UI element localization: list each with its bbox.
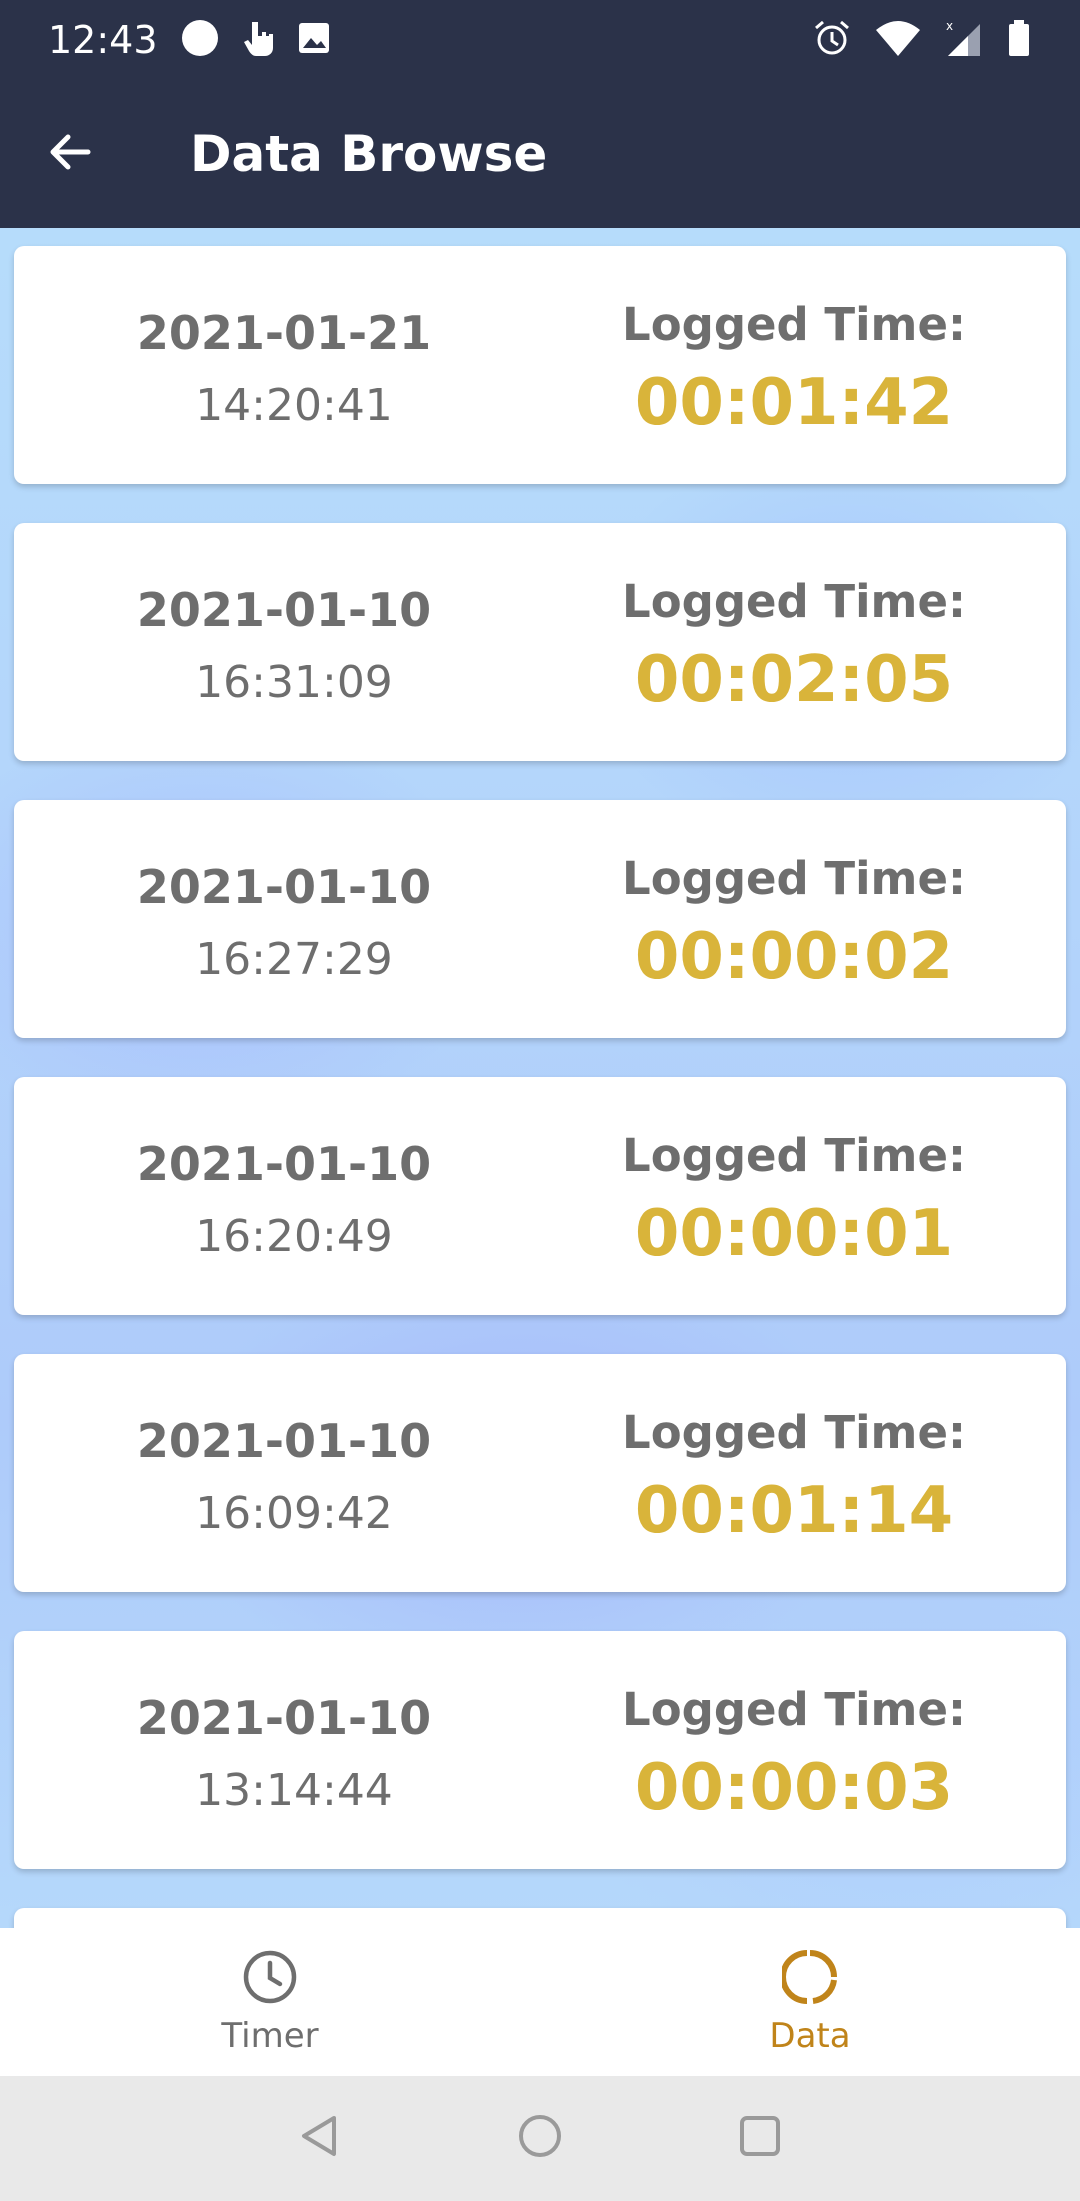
wifi-icon xyxy=(874,18,922,63)
logged-time-label: Logged Time: xyxy=(622,298,966,351)
nav-data[interactable]: Data xyxy=(540,1928,1080,2076)
system-home-button[interactable] xyxy=(505,2104,575,2174)
record-card[interactable]: 2021-01-21 14:20:41 Logged Time: 00:01:4… xyxy=(14,246,1066,484)
status-icons-left xyxy=(180,18,332,63)
record-date: 2021-01-10 xyxy=(136,1414,432,1468)
record-list: 2021-01-21 14:20:41 Logged Time: 00:01:4… xyxy=(14,246,1066,1928)
battery-icon xyxy=(1006,18,1032,63)
alarm-icon xyxy=(812,18,852,63)
record-card[interactable]: 2021-01-10 16:20:49 Logged Time: 00:00:0… xyxy=(14,1077,1066,1315)
record-date: 2021-01-10 xyxy=(136,1137,432,1191)
logged-time-label: Logged Time: xyxy=(622,1406,966,1459)
logged-time-value: 00:00:03 xyxy=(634,1751,954,1825)
record-card[interactable]: 2021-01-10 13:14:44 Logged Time: 00:00:0… xyxy=(14,1631,1066,1869)
record-card[interactable]: 2021-01-10 16:31:09 Logged Time: 00:02:0… xyxy=(14,523,1066,761)
screen: 12:43 x Data Browse 2021-01-21 14:20:41 … xyxy=(0,0,1080,2201)
back-button[interactable] xyxy=(0,80,140,228)
circle-home-icon xyxy=(516,2112,564,2165)
clock-icon xyxy=(242,1949,298,2010)
image-icon xyxy=(296,20,332,61)
record-time: 14:20:41 xyxy=(195,380,393,431)
signal-icon: x xyxy=(944,18,984,63)
system-recents-button[interactable] xyxy=(725,2104,795,2174)
record-date: 2021-01-21 xyxy=(136,306,432,360)
logged-time-label: Logged Time: xyxy=(622,1129,966,1182)
logged-time-value: 00:00:02 xyxy=(634,920,954,994)
circle-icon xyxy=(180,18,220,63)
status-time: 12:43 xyxy=(48,18,158,62)
app-bar: Data Browse xyxy=(0,80,1080,228)
record-date: 2021-01-10 xyxy=(136,860,432,914)
status-bar: 12:43 x xyxy=(0,0,1080,80)
status-icons-right: x xyxy=(812,18,1032,63)
logged-time-label: Logged Time: xyxy=(622,852,966,905)
touch-icon xyxy=(238,18,278,63)
logged-time-label: Logged Time: xyxy=(622,575,966,628)
square-recents-icon xyxy=(736,2112,784,2165)
logged-time-value: 00:00:01 xyxy=(634,1197,954,1271)
nav-timer-label: Timer xyxy=(221,2015,319,2056)
system-nav-bar xyxy=(0,2076,1080,2201)
record-time: 16:27:29 xyxy=(195,934,393,985)
triangle-back-icon xyxy=(296,2112,344,2165)
record-card[interactable]: 2021-01-10 16:09:42 Logged Time: 00:01:1… xyxy=(14,1354,1066,1592)
record-time: 16:09:42 xyxy=(195,1488,393,1539)
arrow-left-icon xyxy=(46,128,94,181)
record-card[interactable]: 2021-01-10 16:27:29 Logged Time: 00:00:0… xyxy=(14,800,1066,1038)
logged-time-label: Logged Time: xyxy=(622,1683,966,1736)
record-time: 16:31:09 xyxy=(195,657,393,708)
system-back-button[interactable] xyxy=(285,2104,355,2174)
page-title: Data Browse xyxy=(190,125,548,183)
nav-data-label: Data xyxy=(769,2015,851,2056)
record-time: 13:14:44 xyxy=(195,1765,393,1816)
record-card-partial[interactable] xyxy=(14,1908,1066,1928)
nav-timer[interactable]: Timer xyxy=(0,1928,540,2076)
record-date: 2021-01-10 xyxy=(136,583,432,637)
data-list-area[interactable]: 2021-01-21 14:20:41 Logged Time: 00:01:4… xyxy=(0,228,1080,1928)
svg-text:x: x xyxy=(946,19,953,33)
record-date: 2021-01-10 xyxy=(136,1691,432,1745)
logged-time-value: 00:01:42 xyxy=(634,366,954,440)
logged-time-value: 00:02:05 xyxy=(634,643,954,717)
logged-time-value: 00:01:14 xyxy=(634,1474,954,1548)
donut-chart-icon xyxy=(780,1949,838,2010)
bottom-nav: Timer Data xyxy=(0,1928,1080,2076)
record-time: 16:20:49 xyxy=(195,1211,393,1262)
